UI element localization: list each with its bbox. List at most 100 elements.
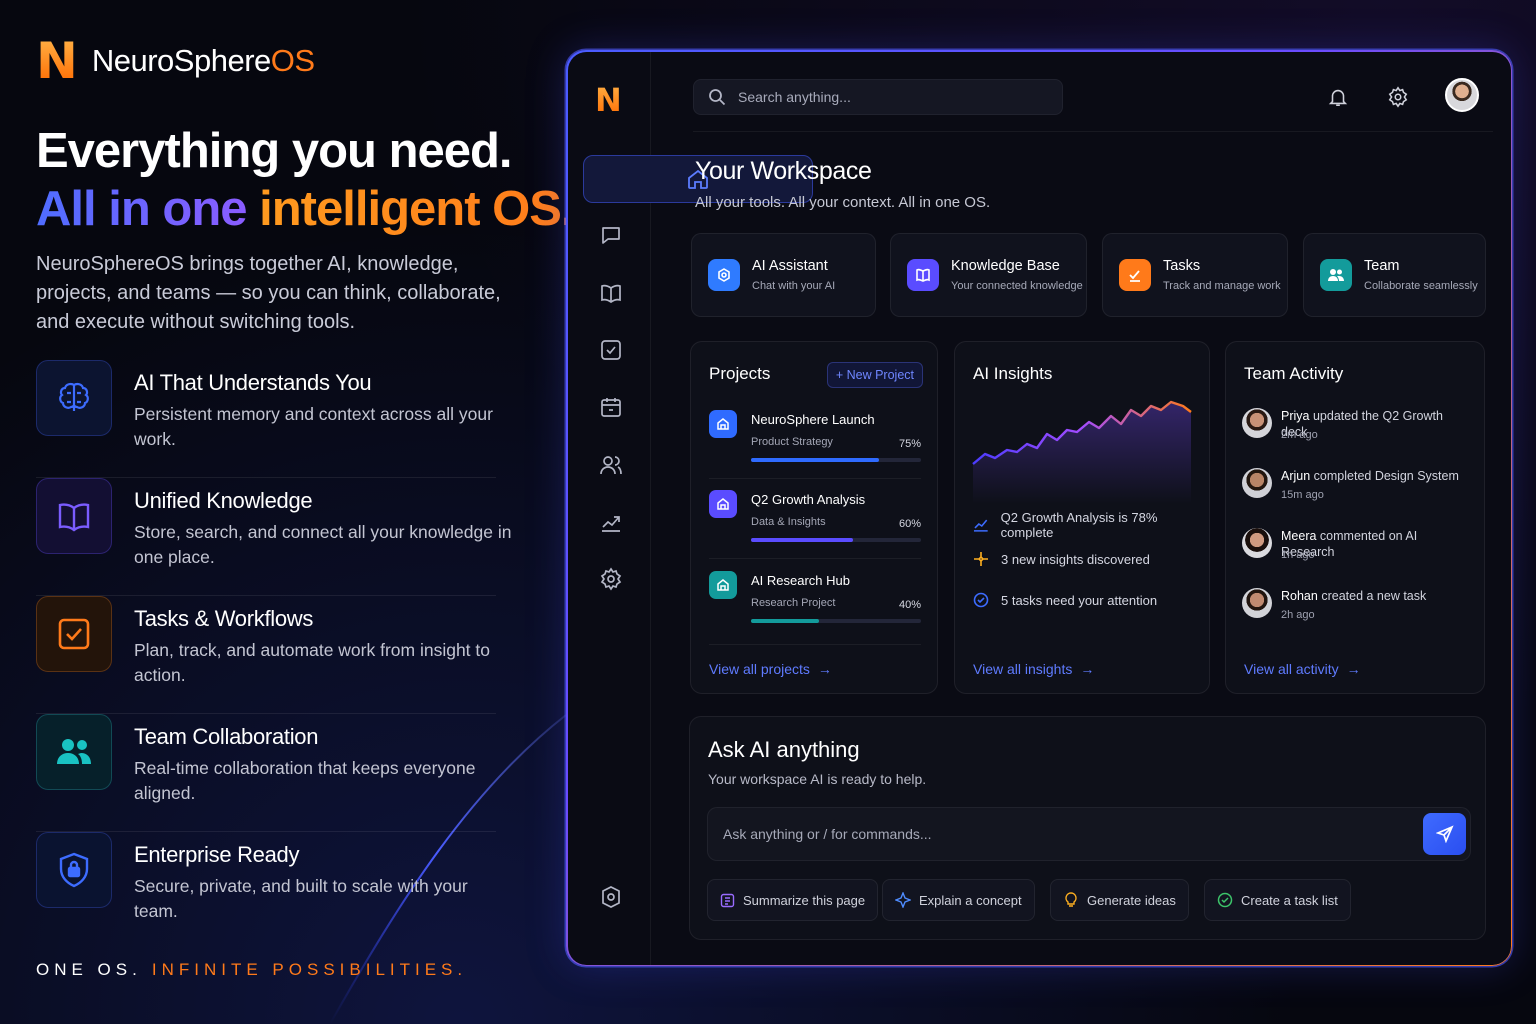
quick-card-team[interactable]: Team Collaborate seamlessly xyxy=(1303,233,1486,317)
quick-card-ai-assistant[interactable]: AI Assistant Chat with your AI xyxy=(691,233,876,317)
project-icon xyxy=(709,410,737,438)
chip-label: Create a task list xyxy=(1241,892,1338,908)
activity-user: Rohan xyxy=(1281,589,1318,603)
ask-ai-title: Ask AI anything xyxy=(708,737,860,762)
activity-action: created a new task xyxy=(1321,589,1427,603)
feature-title: Unified Knowledge xyxy=(134,488,313,513)
insights-panel: AI Insights Q2 Growth Analysis is 78% co… xyxy=(954,341,1210,694)
app-window: N Search anything... Your Workspace All … xyxy=(566,50,1512,966)
insight-item[interactable]: 3 new insights discovered xyxy=(973,551,1150,567)
project-icon xyxy=(709,571,737,599)
projects-panel: Projects + New Project NeuroSphere Launc… xyxy=(690,341,938,694)
insights-title: AI Insights xyxy=(973,364,1053,383)
quick-card-title: Tasks xyxy=(1163,258,1201,274)
nav-knowledge[interactable] xyxy=(587,269,635,317)
gear-icon xyxy=(600,567,622,591)
view-all-projects-link[interactable]: View all projects → xyxy=(709,661,832,677)
arrow-right-icon: → xyxy=(1346,661,1361,677)
project-progress-fill xyxy=(751,619,819,623)
view-all-activity-link[interactable]: View all activity → xyxy=(1244,661,1361,677)
projects-title: Projects xyxy=(709,364,771,383)
quick-card-title: Team xyxy=(1364,258,1400,274)
summarize-icon xyxy=(720,893,735,907)
tagline-b: INFINITE POSSIBILITIES. xyxy=(151,960,468,979)
team-activity-panel: Team Activity Priya updated the Q2 Growt… xyxy=(1225,341,1485,694)
divider xyxy=(709,558,921,559)
brand-name-main: NeuroSphere xyxy=(91,43,271,78)
feature-list: AI That Understands You Persistent memory… xyxy=(36,360,511,950)
sparkle-icon xyxy=(974,552,988,566)
ask-ai-input[interactable]: Ask anything or / for commands... xyxy=(707,807,1471,861)
divider xyxy=(709,478,921,479)
nav-settings[interactable] xyxy=(587,555,635,603)
link-label: View all insights xyxy=(973,661,1073,677)
user-avatar[interactable] xyxy=(1445,78,1479,112)
avatar xyxy=(1242,588,1272,618)
quick-card-title: AI Assistant xyxy=(752,258,828,274)
insight-item[interactable]: 5 tasks need your attention xyxy=(973,592,1157,608)
arrow-right-icon: → xyxy=(1080,661,1095,677)
shield-lock-icon xyxy=(36,832,112,908)
new-project-button[interactable]: + New Project xyxy=(826,362,923,388)
send-icon xyxy=(1435,825,1454,843)
feature-item: Tasks & Workflows Plan, track, and automa… xyxy=(36,596,496,714)
page-subtitle: All your tools. All your context. All in… xyxy=(695,194,991,211)
feature-item: Team Collaboration Real-time collaboratio… xyxy=(36,714,496,832)
lightbulb-icon xyxy=(1065,892,1077,907)
notifications-button[interactable] xyxy=(1322,81,1354,113)
nav-calendar[interactable] xyxy=(587,383,635,431)
insight-item[interactable]: Q2 Growth Analysis is 78% complete xyxy=(973,510,1209,540)
feature-desc: Real-time collaboration that keeps every… xyxy=(134,758,476,803)
feature-title: Tasks & Workflows xyxy=(134,606,314,631)
app-logo[interactable]: N xyxy=(595,81,622,119)
view-all-insights-link[interactable]: View all insights → xyxy=(973,661,1094,677)
chip-create-task-list[interactable]: Create a task list xyxy=(1204,879,1351,921)
hero-headline-2b: intelligent OS. xyxy=(259,182,574,236)
checkbox-icon xyxy=(601,340,621,360)
project-progress-fill xyxy=(751,538,853,542)
activity-time: 1h ago xyxy=(1281,549,1315,561)
tasks-icon xyxy=(1119,259,1151,291)
chip-explain[interactable]: Explain a concept xyxy=(882,879,1035,921)
nav-analytics[interactable] xyxy=(587,498,635,546)
ai-assistant-icon xyxy=(708,259,740,291)
app-sidebar: N xyxy=(567,51,813,965)
activity-action: completed Design System xyxy=(1313,469,1459,483)
quick-card-tasks[interactable]: Tasks Track and manage work xyxy=(1102,233,1288,317)
project-percent: 75% xyxy=(898,438,921,450)
check-circle-icon xyxy=(973,592,989,608)
insight-text: 3 new insights discovered xyxy=(1001,551,1150,567)
ask-ai-subtitle: Your workspace AI is ready to help. xyxy=(708,771,927,787)
project-progress-bar xyxy=(751,538,921,542)
brand-name-os: OS xyxy=(270,43,315,78)
search-input[interactable]: Search anything... xyxy=(738,89,851,105)
feature-desc: Persistent memory and context across all… xyxy=(134,404,493,449)
nav-security[interactable] xyxy=(587,873,635,921)
calendar-icon xyxy=(601,398,621,417)
quick-card-knowledge-base[interactable]: Knowledge Base Your connected knowledge xyxy=(890,233,1087,317)
project-name: AI Research Hub xyxy=(751,573,850,588)
project-name: NeuroSphere Launch xyxy=(751,412,875,427)
link-label: View all activity xyxy=(1244,661,1339,677)
nav-team[interactable] xyxy=(587,441,635,489)
chip-generate-ideas[interactable]: Generate ideas xyxy=(1050,879,1189,921)
nav-tasks[interactable] xyxy=(587,326,635,374)
settings-button[interactable] xyxy=(1382,81,1414,113)
page-title: Your Workspace xyxy=(695,157,872,185)
search-bar[interactable]: Search anything... xyxy=(693,79,1063,115)
quick-card-sub: Track and manage work xyxy=(1163,280,1281,292)
chip-summarize[interactable]: Summarize this page xyxy=(707,879,879,921)
ask-ai-panel: Ask AI anything Your workspace AI is rea… xyxy=(689,716,1486,940)
feature-item: Unified Knowledge Store, search, and conn… xyxy=(36,478,511,596)
activity-text: Arjun completed Design System xyxy=(1281,468,1459,484)
team-icon xyxy=(1320,259,1352,291)
feature-desc: Plan, track, and automate work from insi… xyxy=(134,640,490,685)
send-button[interactable] xyxy=(1423,813,1466,855)
activity-user: Meera xyxy=(1281,529,1317,543)
avatar xyxy=(1242,408,1272,438)
project-sub: Product Strategy xyxy=(751,436,833,448)
feature-desc: Secure, private, and built to scale with… xyxy=(134,876,468,921)
feature-title: Enterprise Ready xyxy=(134,842,300,867)
hero-intro: NeuroSphereOS brings together AI, knowle… xyxy=(36,253,501,333)
nav-chat[interactable] xyxy=(587,211,635,259)
